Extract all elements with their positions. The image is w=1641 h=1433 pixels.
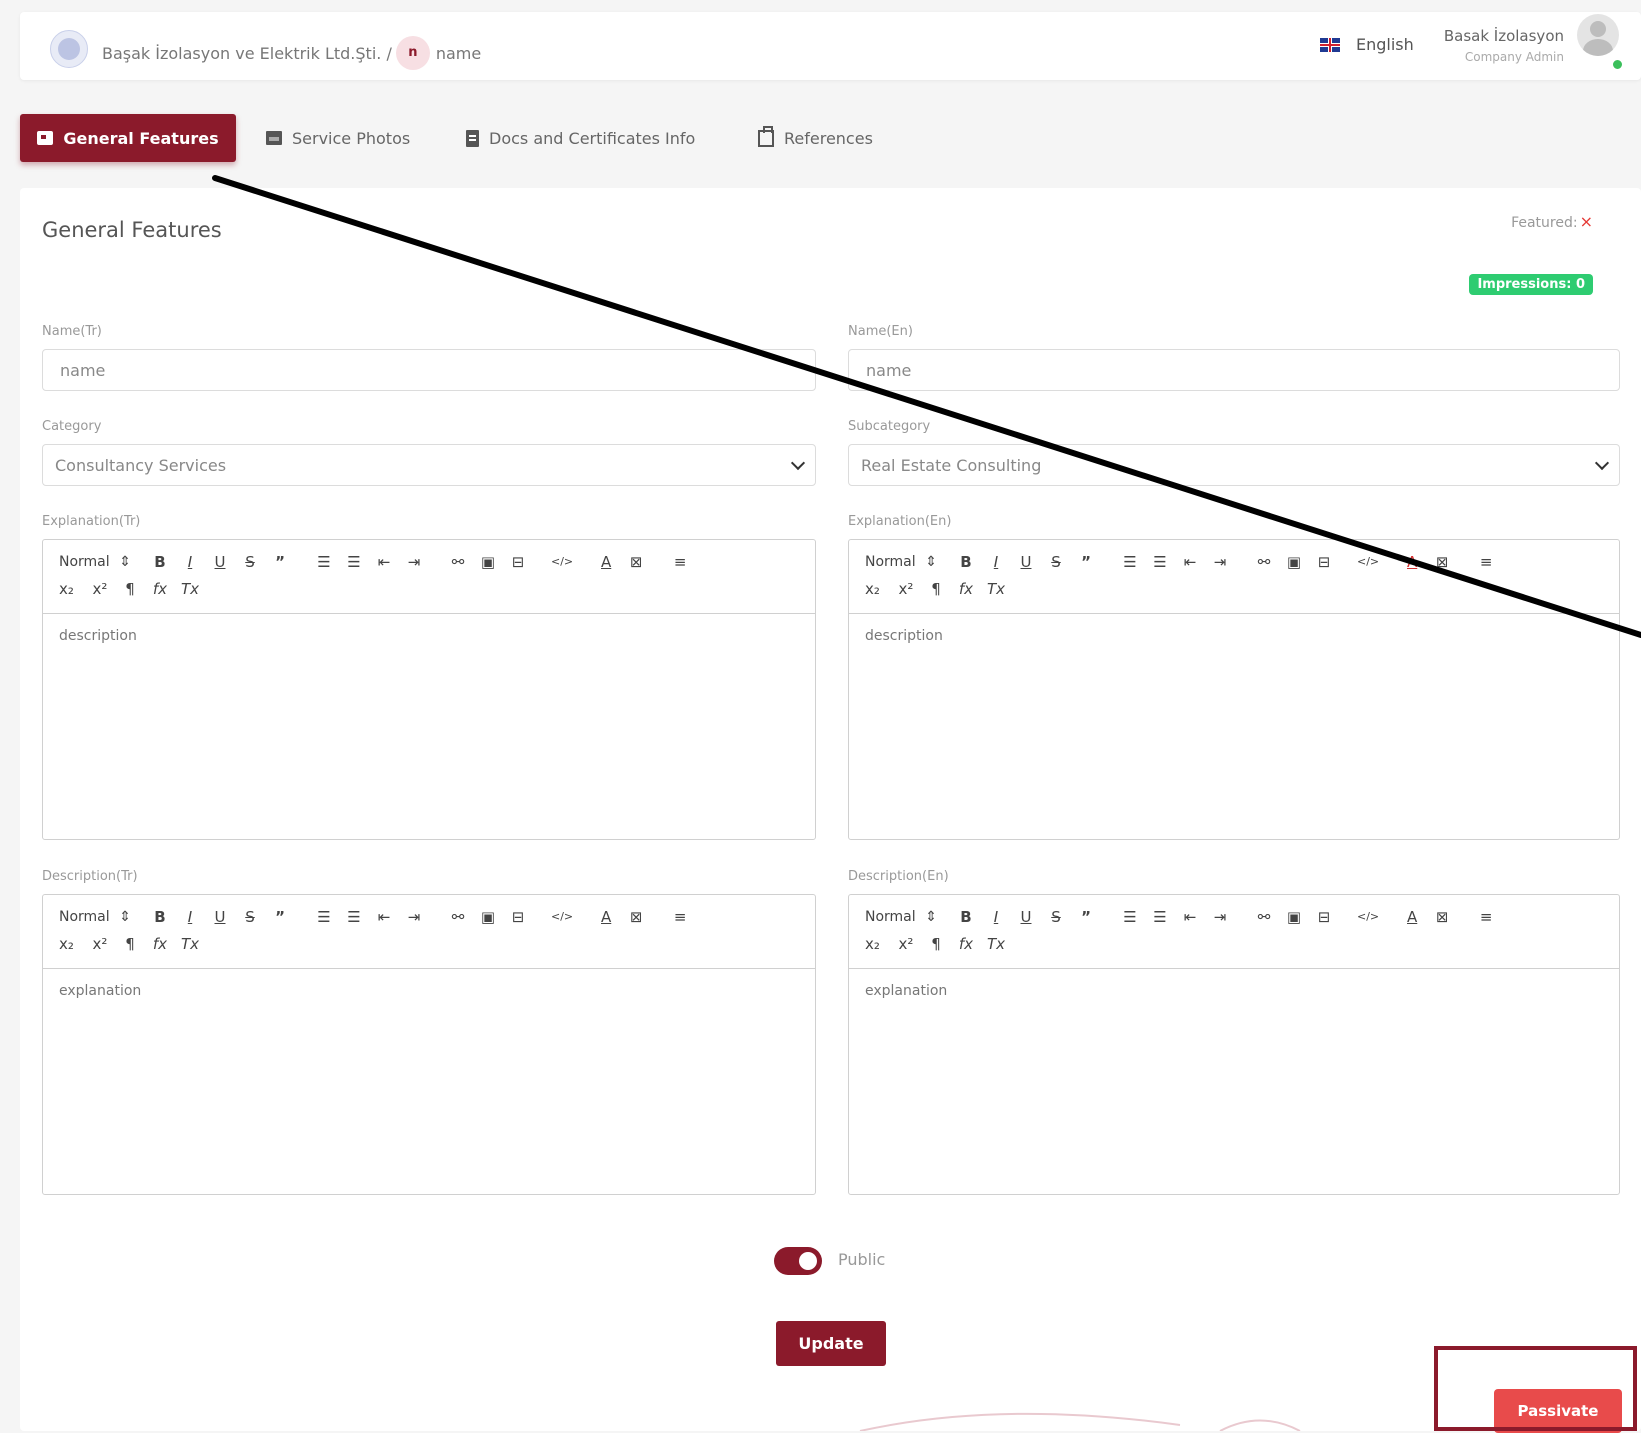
annotation-arrow-line (212, 175, 1641, 638)
